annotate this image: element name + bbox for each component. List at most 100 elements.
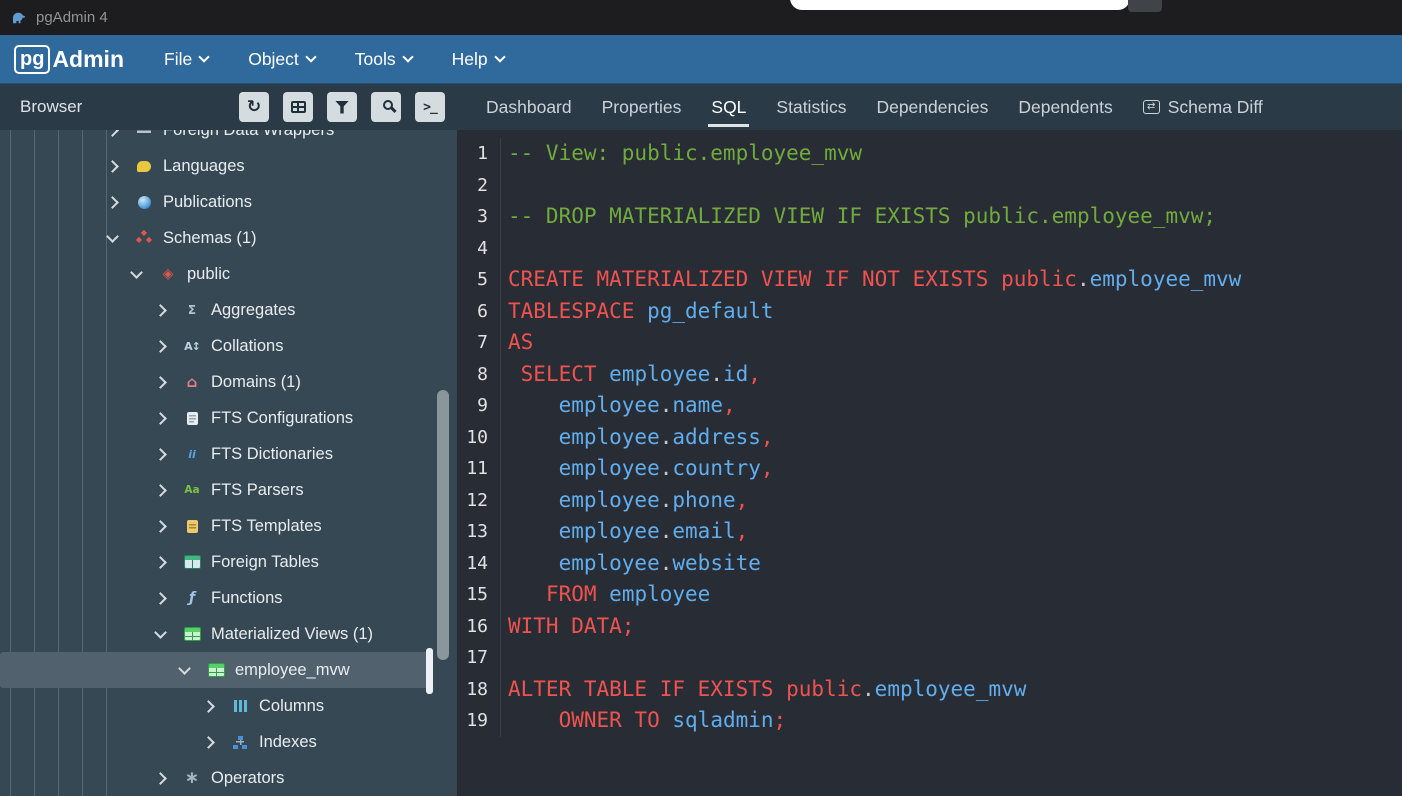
line-number: 3 [457,201,501,233]
code-line: 14 employee.website [457,548,1402,580]
chevron-right-icon[interactable] [154,340,167,353]
code-token: sqladmin [672,708,773,732]
tree-item-foreign-tables[interactable]: Foreign Tables [0,544,430,580]
code-token [634,299,647,323]
chevron-right-icon[interactable] [106,130,119,136]
tree-item-label: Domains (1) [211,373,301,392]
menu-label: Tools [355,49,396,70]
tree-item-functions[interactable]: Functions [0,580,430,616]
tab-label: Dependencies [876,97,988,118]
code-token: -- View: public.employee_mvw [508,141,862,165]
line-number: 16 [457,611,501,643]
code-line: 1-- View: public.employee_mvw [457,138,1402,170]
chevron-down-icon[interactable] [178,662,191,675]
tab-label: SQL [711,97,746,118]
browser-tree-panel: Foreign Data WrappersLanguagesPublicatio… [0,130,457,796]
chevron-right-icon[interactable] [154,520,167,533]
menu-file[interactable]: File [164,49,208,70]
query-tool-button[interactable]: >_ [415,92,445,122]
code-line: 7AS [457,327,1402,359]
tree-item-domains-1[interactable]: Domains (1) [0,364,430,400]
code-token: . [660,425,673,449]
tab-properties[interactable]: Properties [587,84,697,130]
tab-dashboard[interactable]: Dashboard [471,84,587,130]
tree-item-indexes[interactable]: Indexes [0,724,430,760]
code-token: , [761,425,774,449]
code-token: CREATE MATERIALIZED VIEW IF NOT EXISTS p… [508,267,1077,291]
tree-item-fts-dictionaries[interactable]: FTS Dictionaries [0,436,430,472]
code-token [508,551,559,575]
chevron-right-icon[interactable] [106,196,119,209]
panel-tabs: DashboardProperties SQL Statistics Dependen… [457,84,1402,130]
menu-help[interactable]: Help [452,49,504,70]
tree-item-columns[interactable]: Columns [0,688,430,724]
tree-item-label: FTS Dictionaries [211,445,333,464]
pgadmin-window: pgAdmin 4 pg Admin FileObjectToolsHelp B… [0,0,1402,796]
code-token: employee [609,362,710,386]
code-text [501,233,508,265]
chevron-down-icon [305,51,316,62]
line-number: 15 [457,579,501,611]
object-tree: Foreign Data WrappersLanguagesPublicatio… [0,130,430,796]
tab-schema-diff[interactable]: ⇄Schema Diff [1128,84,1278,130]
chevron-down-icon[interactable] [154,626,167,639]
chevron-right-icon[interactable] [202,700,215,713]
chevron-down-icon[interactable] [130,266,143,279]
tab-dependencies[interactable]: Dependencies [861,84,1003,130]
tab-dependents[interactable]: Dependents [1003,84,1127,130]
chevron-right-icon[interactable] [154,448,167,461]
tree-item-publications[interactable]: Publications [0,184,430,220]
tree-item-schemas-1[interactable]: Schemas (1) [0,220,430,256]
chevron-right-icon[interactable] [154,772,167,785]
tree-item-employee-mvw[interactable]: employee_mvw [0,652,430,688]
tree-item-fts-parsers[interactable]: FTS Parsers [0,472,430,508]
tree-item-label: employee_mvw [235,661,350,680]
tree-item-languages[interactable]: Languages [0,148,430,184]
tree-item-aggregates[interactable]: Aggregates [0,292,430,328]
matview-icon [182,624,202,644]
menu-tools[interactable]: Tools [355,49,412,70]
code-line: 19 OWNER TO sqladmin; [457,705,1402,737]
chevron-right-icon[interactable] [154,376,167,389]
code-token: . [660,488,673,512]
code-token: . [660,456,673,480]
tree-item-materialized-views-1[interactable]: Materialized Views (1) [0,616,430,652]
code-token: pg_default [647,299,773,323]
tree-scrollbar-thumb[interactable] [437,390,449,660]
chevron-right-icon[interactable] [154,484,167,497]
tree-scrollbar-handle[interactable] [426,648,433,694]
code-line: 10 employee.address, [457,422,1402,454]
line-number: 7 [457,327,501,359]
line-number: 9 [457,390,501,422]
code-text: WITH DATA; [501,611,634,643]
search-button[interactable] [371,92,401,122]
chevron-right-icon[interactable] [154,304,167,317]
sql-editor[interactable]: 1-- View: public.employee_mvw23-- DROP M… [457,130,1402,796]
tree-item-fts-configurations[interactable]: FTS Configurations [0,400,430,436]
chevron-right-icon[interactable] [154,592,167,605]
chevron-down-icon[interactable] [106,230,119,243]
view-data-button[interactable] [283,92,313,122]
tree-item-label: Indexes [259,733,317,752]
tab-statistics[interactable]: Statistics [761,84,861,130]
chevron-right-icon[interactable] [106,160,119,173]
tree-item-label: Aggregates [211,301,295,320]
tree-item-label: Operators [211,769,284,788]
menu-object[interactable]: Object [248,49,315,70]
tree-item-operators[interactable]: Operators [0,760,430,796]
refresh-button[interactable]: ↻ [239,92,269,122]
chevron-right-icon[interactable] [202,736,215,749]
chevron-right-icon[interactable] [154,556,167,569]
schemas-icon [134,228,154,248]
tree-item-collations[interactable]: Collations [0,328,430,364]
tree-item-fts-templates[interactable]: FTS Templates [0,508,430,544]
filter-button[interactable] [327,92,357,122]
tree-item-foreign-data-wrappers[interactable]: Foreign Data Wrappers [0,130,430,148]
tree-item-public[interactable]: public [0,256,430,292]
chevron-right-icon[interactable] [154,412,167,425]
code-token: . [1077,267,1090,291]
code-token: employee [609,582,710,606]
tab-sql[interactable]: SQL [696,84,761,130]
code-text: TABLESPACE pg_default [501,296,774,328]
code-token: employee_mvw [1090,267,1242,291]
